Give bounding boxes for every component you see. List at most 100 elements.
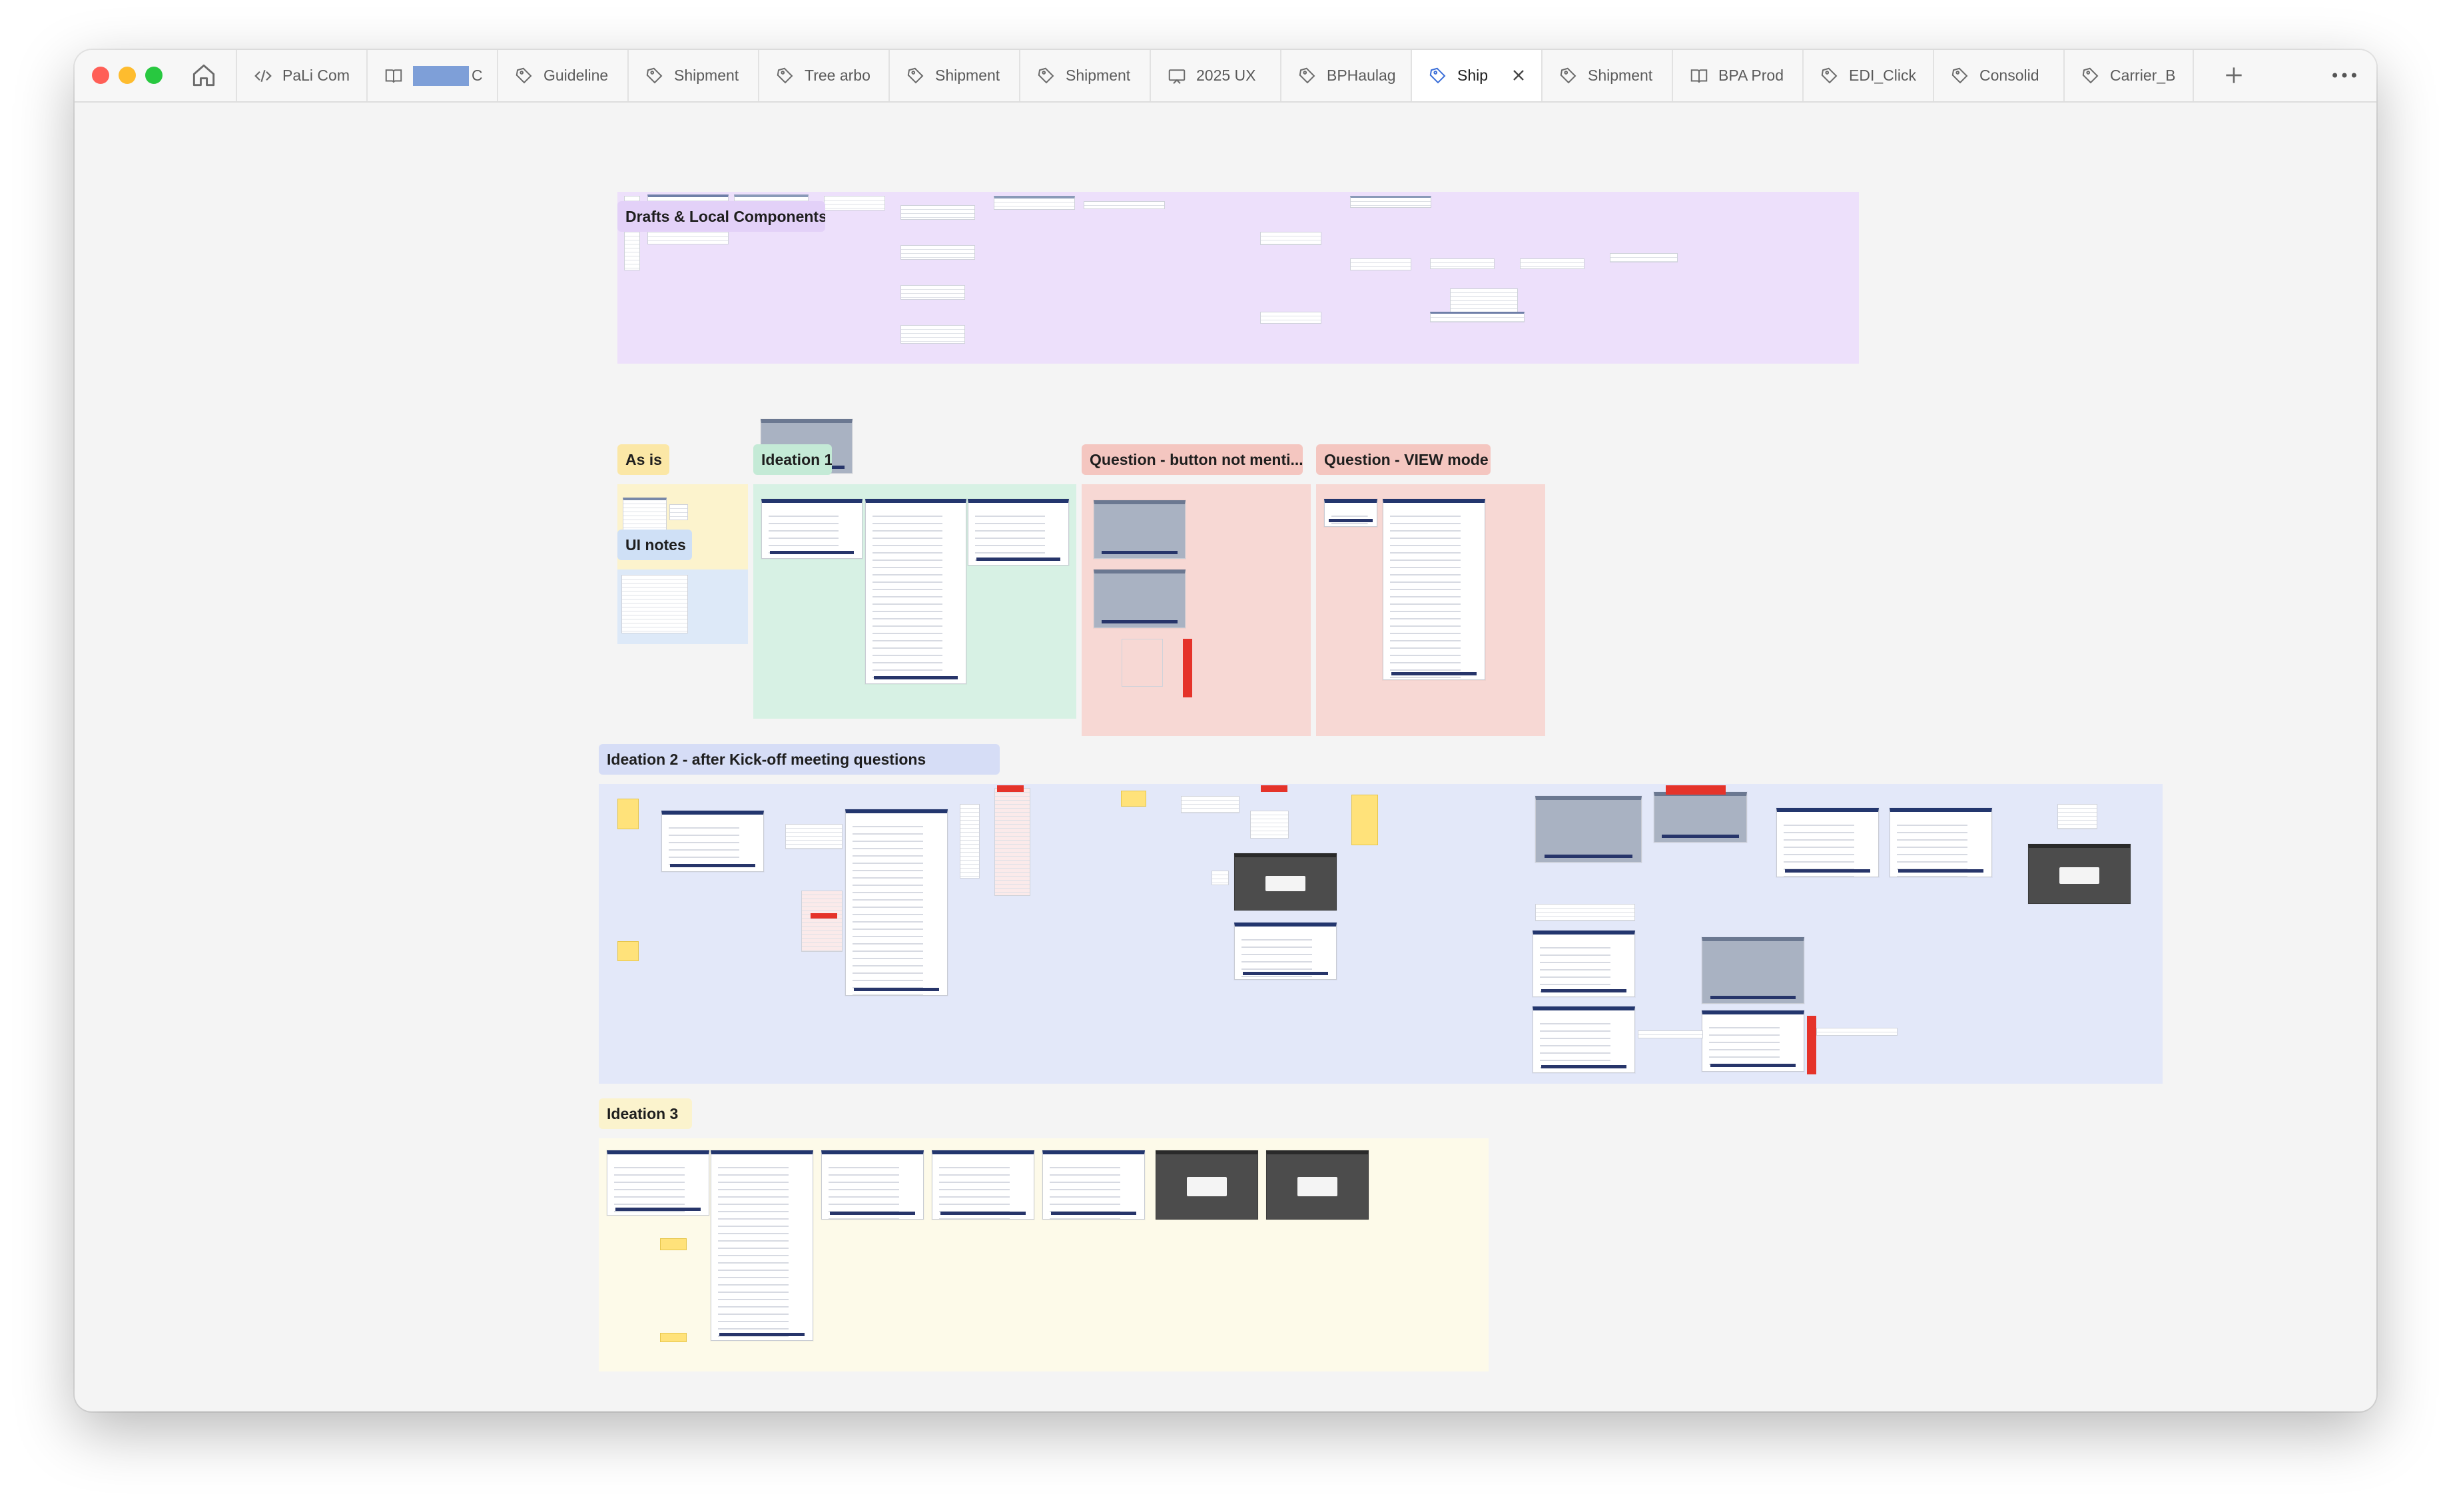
red-annotation-bar	[1183, 639, 1192, 697]
ideation-3-dark-frame	[1156, 1150, 1258, 1220]
tab-label: Shipment	[1066, 67, 1131, 84]
tab-shipment-1[interactable]: Shipment	[627, 50, 758, 101]
draft-frame	[1260, 232, 1321, 245]
minimize-window-button[interactable]	[119, 67, 136, 84]
tab-label: 2025 UX	[1196, 67, 1256, 84]
ideation-1-frame	[761, 499, 863, 559]
new-tab-plus-icon[interactable]	[2221, 62, 2247, 89]
ideation-2-frame	[1212, 871, 1229, 885]
ideation-2-frame	[1702, 1010, 1804, 1072]
red-annotation-bar	[811, 913, 837, 919]
ideation-2-frame	[1234, 923, 1337, 980]
ideation-2-frame	[801, 891, 843, 952]
tab-shipment-3[interactable]: Shipment	[1019, 50, 1150, 101]
tab-shipment-active[interactable]: Ship	[1411, 50, 1541, 101]
section-ideation-1[interactable]	[753, 484, 1076, 719]
draft-frame	[1450, 288, 1518, 312]
red-annotation-bar	[997, 785, 1024, 792]
ideation-2-frame	[1702, 937, 1804, 1004]
figma-icon	[1036, 66, 1056, 86]
annotation-cluster	[1122, 639, 1163, 687]
section-label-ideation-3[interactable]: Ideation 3	[599, 1098, 692, 1129]
tab-label: Consolid	[1979, 67, 2039, 84]
tab-guideline[interactable]: Guideline	[497, 50, 627, 101]
ideation-2-frame	[1816, 1028, 1898, 1036]
home-icon[interactable]	[189, 61, 218, 90]
tab-2025-ux[interactable]: 2025 UX	[1150, 50, 1280, 101]
section-label-ui-notes[interactable]: UI notes	[617, 530, 692, 560]
ideation-3-frame	[821, 1150, 924, 1220]
tab-consolidation[interactable]: Consolid	[1933, 50, 2063, 101]
close-tab-icon[interactable]	[1509, 66, 1528, 85]
ideation-2-frame	[1890, 808, 1992, 877]
tab-label: Shipment	[1588, 67, 1653, 84]
section-label-ideation-1[interactable]: Ideation 1	[753, 444, 832, 475]
section-label-ideation-2[interactable]: Ideation 2 - after Kick-off meeting ques…	[599, 744, 1000, 775]
sticky-note	[617, 941, 639, 961]
ideation-2-frame	[785, 824, 843, 849]
ideation-2-frame	[1533, 1006, 1635, 1073]
ideation-2-frame	[1533, 931, 1635, 997]
question-frame	[1094, 500, 1186, 559]
tab-shipment-2[interactable]: Shipment	[888, 50, 1019, 101]
draft-frame	[900, 325, 965, 344]
question-frame	[1383, 499, 1485, 680]
draft-frame	[824, 196, 885, 210]
tab-label: C	[472, 67, 483, 84]
draft-frame	[900, 285, 965, 300]
zoom-window-button[interactable]	[145, 67, 163, 84]
tab-label: PaLi Com	[282, 67, 350, 84]
section-label-as-is[interactable]: As is	[617, 444, 669, 475]
app-window: PaLi Com C Guideline Shipment Tree arbo …	[75, 50, 2376, 1411]
section-label-drafts[interactable]: Drafts & Local Components	[617, 201, 825, 232]
tab-pali-components[interactable]: PaLi Com	[236, 50, 366, 101]
red-annotation-bar	[1807, 1016, 1816, 1074]
section-question-view[interactable]	[1316, 484, 1545, 736]
sticky-note	[1121, 791, 1146, 807]
figma-icon	[1950, 66, 1970, 86]
section-ideation-2[interactable]	[599, 784, 2163, 1084]
section-label-question-view[interactable]: Question - VIEW mode	[1316, 444, 1491, 475]
tab-carrier-b[interactable]: Carrier_B	[2063, 50, 2194, 101]
ideation-2-frame	[1776, 808, 1879, 877]
more-options-icon[interactable]	[2328, 62, 2360, 89]
figma-icon	[1297, 66, 1317, 86]
figma-icon	[906, 66, 926, 86]
figma-icon	[2081, 66, 2101, 86]
figma-icon	[775, 66, 795, 86]
figma-icon	[645, 66, 665, 86]
tab-label: Ship	[1457, 67, 1489, 84]
ideation-3-frame	[711, 1150, 813, 1341]
draft-frame	[1350, 196, 1431, 208]
ideation-1-frame	[865, 499, 966, 684]
tab-label: Shipment	[935, 67, 1000, 84]
ideation-1-frame	[968, 499, 1069, 566]
ideation-3-frame	[1042, 1150, 1145, 1220]
design-canvas[interactable]: Drafts & Local Components As is UI notes…	[75, 101, 2376, 1411]
tab-bphaulage[interactable]: BPHaulag	[1280, 50, 1411, 101]
figma-icon	[1428, 66, 1448, 86]
tab-bpa-product[interactable]: BPA Prod	[1672, 50, 1802, 101]
book-icon	[384, 66, 404, 86]
tab-shipment-4[interactable]: Shipment	[1541, 50, 1672, 101]
tab-redacted-file[interactable]: C	[366, 50, 497, 101]
code-icon	[253, 66, 273, 86]
draft-frame	[1084, 201, 1165, 209]
tab-tree-arbo[interactable]: Tree arbo	[758, 50, 888, 101]
question-frame	[1324, 499, 1377, 527]
ideation-2-frame	[1535, 904, 1635, 921]
slides-icon	[1167, 66, 1187, 86]
close-window-button[interactable]	[92, 67, 109, 84]
ideation-2-frame	[661, 811, 764, 872]
ideation-3-frame	[607, 1150, 709, 1216]
section-ideation-3[interactable]	[599, 1138, 1489, 1371]
section-ui-notes[interactable]	[617, 569, 748, 644]
tab-label: Guideline	[543, 67, 609, 84]
ideation-2-frame	[2057, 804, 2097, 829]
ideation-2-frame	[960, 804, 980, 879]
as-is-frame	[669, 504, 688, 520]
section-label-question-button[interactable]: Question - button not menti...	[1082, 444, 1303, 475]
section-question-button[interactable]	[1082, 484, 1311, 736]
draft-frame	[1430, 258, 1495, 269]
tab-edi-click[interactable]: EDI_Click	[1802, 50, 1933, 101]
